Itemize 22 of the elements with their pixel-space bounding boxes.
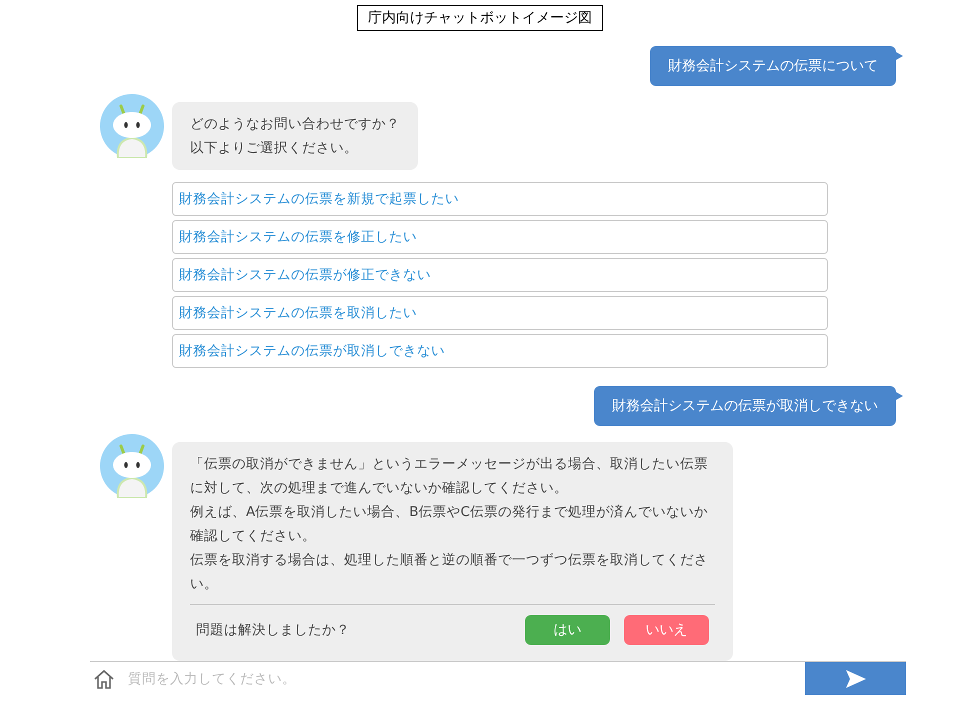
page-title: 庁内向けチャットボットイメージ図 [357,5,603,31]
bot-message-text: 以下よりご選択ください。 [190,139,359,158]
robot-avatar-icon [100,434,164,498]
bubble-tail [896,392,903,400]
user-message: 財務会計システムの伝票について [650,46,896,86]
send-icon [846,670,866,688]
resolved-question: 問題は解決しましたか？ [196,621,351,640]
option-button[interactable]: 財務会計システムの伝票が取消しできない [172,334,828,368]
bubble-tail [896,52,903,60]
bot-message-text: どのようなお問い合わせですか？ [190,115,400,134]
robot-avatar-icon [100,94,164,158]
no-button[interactable]: いいえ [624,615,709,645]
option-button[interactable]: 財務会計システムの伝票を取消したい [172,296,828,330]
send-button[interactable] [805,662,906,695]
user-message: 財務会計システムの伝票が取消しできない [594,386,896,426]
option-button[interactable]: 財務会計システムの伝票を修正したい [172,220,828,254]
yes-button[interactable]: はい [525,615,610,645]
bot-message-text: 例えば、A伝票を取消したい場合、B伝票やC伝票の発行まで処理が済んでいないか確認してください。 [190,503,709,546]
bot-message-text: 伝票を取消する場合は、処理した順番と逆の順番で一つずつ伝票を取消してください。 [190,551,709,594]
option-button[interactable]: 財務会計システムの伝票が修正できない [172,258,828,292]
option-button[interactable]: 財務会計システムの伝票を新規で起票したい [172,182,828,216]
bot-message-text: 「伝票の取消ができません」というエラーメッセージが出る場合、取消したい伝票に対して、次の処理まで進んでいないか確認してください。 [190,455,709,498]
